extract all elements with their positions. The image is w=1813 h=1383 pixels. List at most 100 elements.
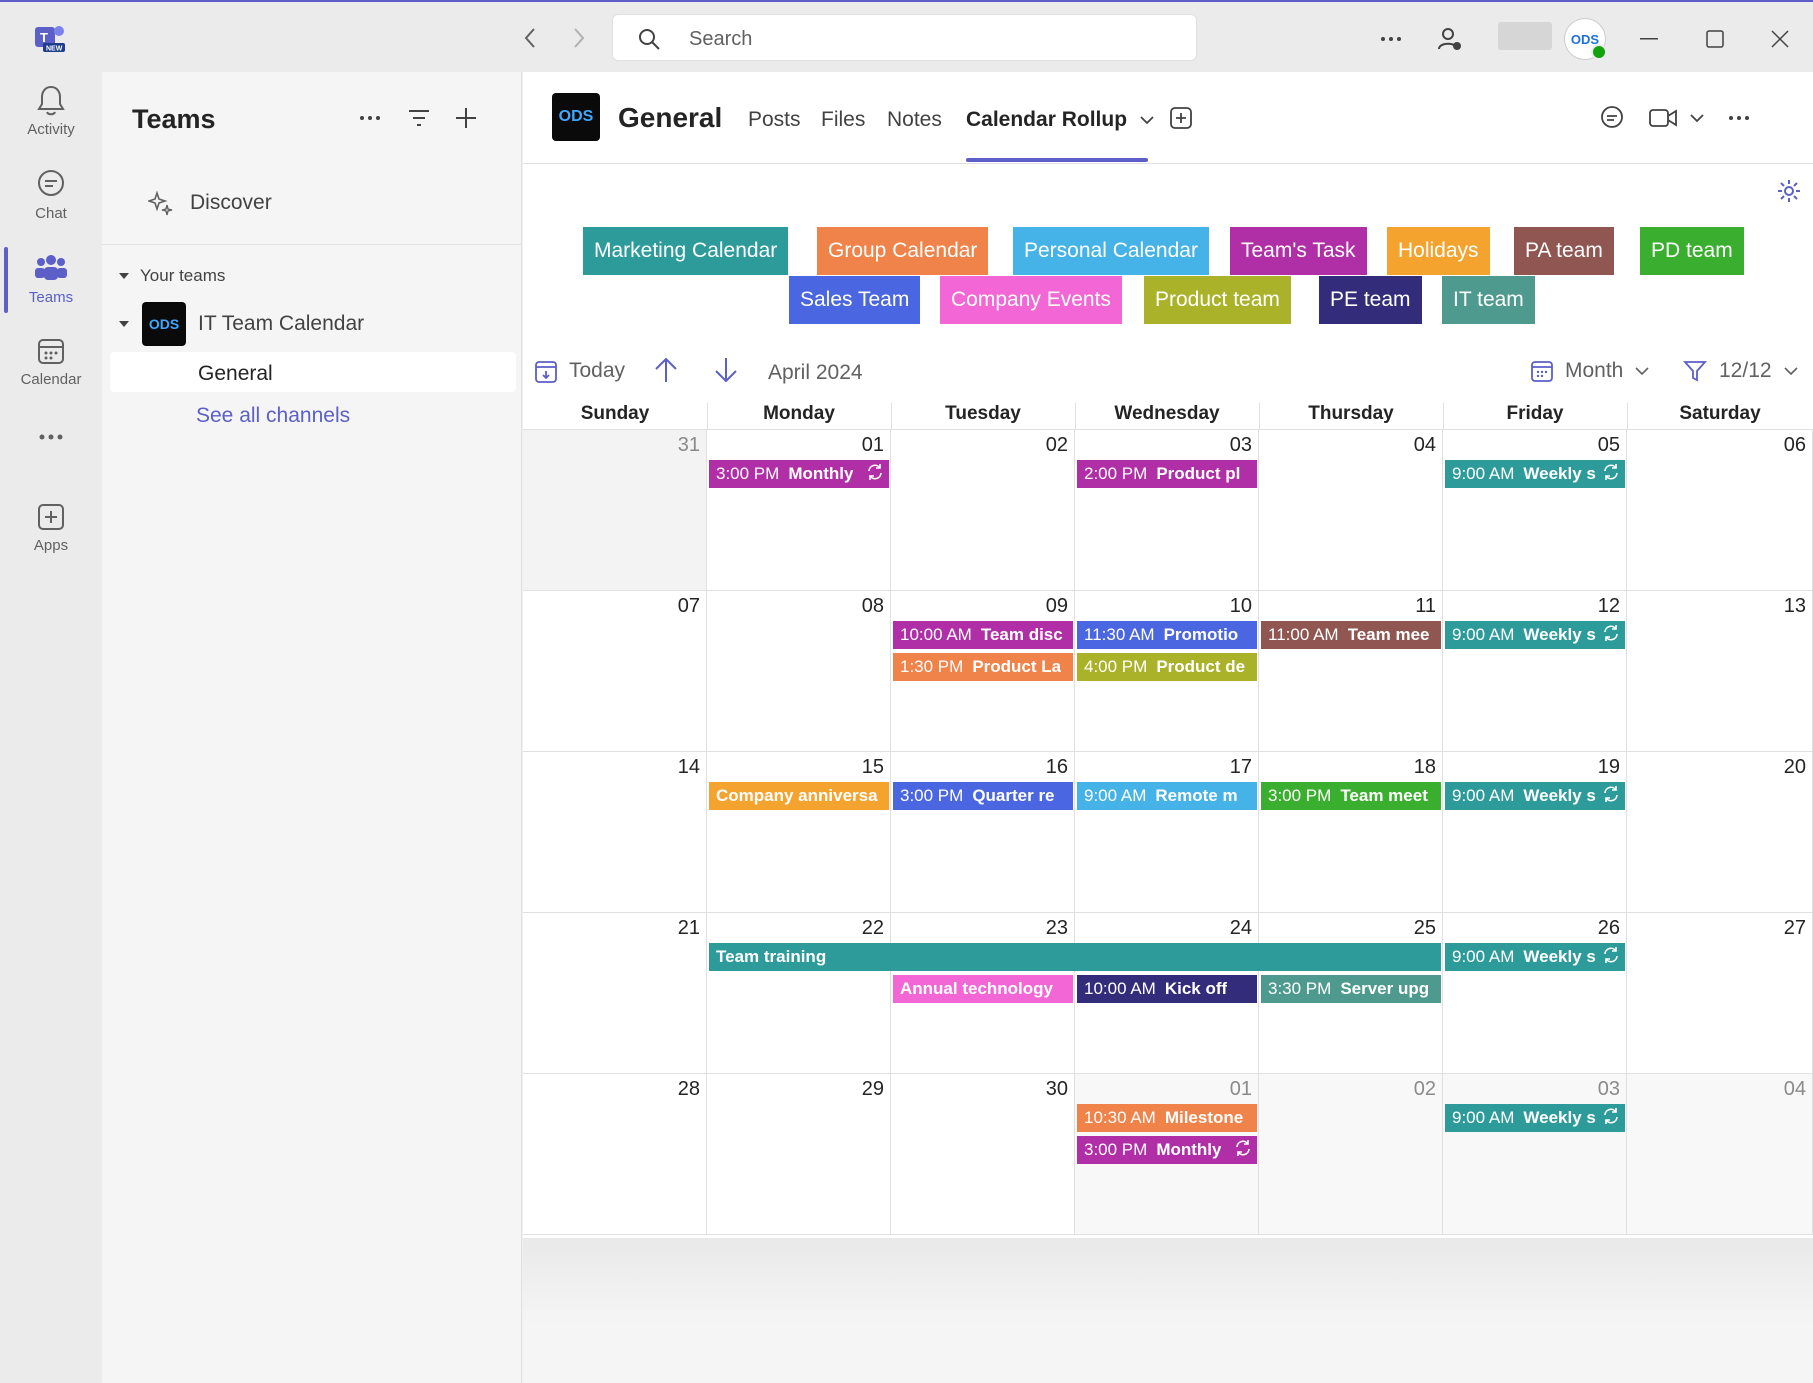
- calendar-event[interactable]: 10:00 AM Team disc: [893, 621, 1073, 649]
- add-icon[interactable]: [448, 100, 484, 136]
- previous-arrow-icon[interactable]: [653, 356, 679, 384]
- legend-marketing-calendar[interactable]: Marketing Calendar: [583, 227, 789, 275]
- calendar-event[interactable]: 3:00 PM Monthly: [1077, 1136, 1257, 1164]
- day-cell[interactable]: 01: [707, 430, 891, 591]
- day-cell[interactable]: 17: [1075, 752, 1259, 913]
- day-cell[interactable]: 18: [1259, 752, 1443, 913]
- calendar-event[interactable]: 3:00 PM Team meet: [1261, 782, 1441, 810]
- minimize-icon[interactable]: [1632, 22, 1666, 56]
- legend-it-team[interactable]: IT team: [1442, 276, 1535, 324]
- calendar-event[interactable]: Team training: [709, 943, 1441, 971]
- tab-posts[interactable]: Posts: [748, 108, 801, 132]
- close-icon[interactable]: [1763, 22, 1797, 56]
- day-cell[interactable]: 31: [523, 430, 707, 591]
- forward-arrow-icon[interactable]: [563, 22, 595, 54]
- legend-holidays[interactable]: Holidays: [1387, 227, 1490, 275]
- calendar-event[interactable]: 3:00 PM Quarter re: [893, 782, 1073, 810]
- calendar-event[interactable]: 3:00 PM Monthly: [709, 460, 889, 488]
- day-cell[interactable]: 04: [1627, 1074, 1813, 1235]
- calendar-event[interactable]: Company anniversa: [709, 782, 889, 810]
- rail-item-apps[interactable]: Apps: [0, 492, 102, 572]
- day-cell[interactable]: 28: [523, 1074, 707, 1235]
- maximize-icon[interactable]: [1698, 22, 1732, 56]
- day-cell[interactable]: 19: [1443, 752, 1627, 913]
- day-cell[interactable]: 11: [1259, 591, 1443, 752]
- more-options-icon[interactable]: [352, 100, 388, 136]
- day-cell[interactable]: 12: [1443, 591, 1627, 752]
- conversation-icon[interactable]: [1596, 102, 1628, 134]
- calendar-event[interactable]: 9:00 AM Weekly s: [1445, 621, 1625, 649]
- legend-group-calendar[interactable]: Group Calendar: [817, 227, 989, 275]
- day-cell[interactable]: 05: [1443, 430, 1627, 591]
- tab-notes[interactable]: Notes: [887, 108, 942, 132]
- video-call-icon[interactable]: [1647, 102, 1679, 134]
- calendar-event[interactable]: 11:30 AM Promotio: [1077, 621, 1257, 649]
- rail-item-chat[interactable]: Chat: [0, 158, 102, 238]
- calendar-event[interactable]: 9:00 AM Weekly s: [1445, 460, 1625, 488]
- today-button[interactable]: Today: [535, 359, 625, 383]
- day-cell[interactable]: 22: [707, 913, 891, 1074]
- tab-calendar-rollup[interactable]: Calendar Rollup: [966, 108, 1127, 132]
- day-cell[interactable]: 14: [523, 752, 707, 913]
- day-cell[interactable]: 02: [891, 430, 1075, 591]
- view-selector[interactable]: Month: [1531, 359, 1649, 383]
- day-cell[interactable]: 03: [1075, 430, 1259, 591]
- day-cell[interactable]: 07: [523, 591, 707, 752]
- legend-sales-team[interactable]: Sales Team: [789, 276, 921, 324]
- your-teams-header[interactable]: Your teams: [118, 266, 225, 286]
- legend-pe-team[interactable]: PE team: [1319, 276, 1422, 324]
- calendar-event[interactable]: 3:30 PM Server upg: [1261, 975, 1441, 1003]
- day-cell[interactable]: 27: [1627, 913, 1813, 1074]
- day-cell[interactable]: 08: [707, 591, 891, 752]
- day-cell[interactable]: 02: [1259, 1074, 1443, 1235]
- calendar-event[interactable]: 2:00 PM Product pl: [1077, 460, 1257, 488]
- legend-pd-team[interactable]: PD team: [1640, 227, 1744, 275]
- legend-product-team[interactable]: Product team: [1144, 276, 1291, 324]
- more-options-icon[interactable]: [1723, 102, 1755, 134]
- calendar-event[interactable]: 11:00 AM Team mee: [1261, 621, 1441, 649]
- channel-item-general[interactable]: General: [110, 352, 516, 392]
- search-input[interactable]: Search: [612, 14, 1197, 61]
- calendar-event[interactable]: Annual technology: [893, 975, 1073, 1003]
- legend-pa-team[interactable]: PA team: [1514, 227, 1614, 275]
- day-cell[interactable]: 21: [523, 913, 707, 1074]
- day-cell[interactable]: 15: [707, 752, 891, 913]
- calendar-event[interactable]: 1:30 PM Product La: [893, 653, 1073, 681]
- day-cell[interactable]: 13: [1627, 591, 1813, 752]
- back-arrow-icon[interactable]: [514, 22, 546, 54]
- next-arrow-icon[interactable]: [713, 356, 739, 384]
- settings-gear-icon[interactable]: [1776, 178, 1802, 209]
- day-cell[interactable]: 26: [1443, 913, 1627, 1074]
- day-cell[interactable]: 03: [1443, 1074, 1627, 1235]
- rail-item-calendar[interactable]: Calendar: [0, 326, 102, 406]
- day-cell[interactable]: 29: [707, 1074, 891, 1235]
- rail-item-teams[interactable]: Teams: [0, 242, 102, 322]
- people-settings-icon[interactable]: [1433, 22, 1467, 56]
- rail-item-more[interactable]: [0, 422, 102, 502]
- calendar-event[interactable]: 10:00 AM Kick off: [1077, 975, 1257, 1003]
- calendar-event[interactable]: 9:00 AM Weekly s: [1445, 782, 1625, 810]
- calendar-event[interactable]: 9:00 AM Remote m: [1077, 782, 1257, 810]
- day-cell[interactable]: 30: [891, 1074, 1075, 1235]
- day-cell[interactable]: 04: [1259, 430, 1443, 591]
- rail-item-activity[interactable]: Activity: [0, 74, 102, 154]
- add-tab-icon[interactable]: [1165, 102, 1197, 134]
- calendar-event[interactable]: 10:30 AM Milestone: [1077, 1104, 1257, 1132]
- discover-link[interactable]: Discover: [148, 190, 272, 216]
- day-cell[interactable]: 16: [891, 752, 1075, 913]
- chevron-down-icon[interactable]: [1131, 104, 1163, 136]
- legend-company-events[interactable]: Company Events: [940, 276, 1122, 324]
- calendar-event[interactable]: 9:00 AM Weekly s: [1445, 1104, 1625, 1132]
- filter-lines-icon[interactable]: [401, 100, 437, 136]
- tab-files[interactable]: Files: [821, 108, 865, 132]
- more-options-icon[interactable]: [1374, 22, 1408, 56]
- see-all-channels-link[interactable]: See all channels: [196, 404, 350, 428]
- legend-teams-task[interactable]: Team's Task: [1230, 227, 1367, 275]
- filter-selector[interactable]: 12/12: [1683, 359, 1798, 383]
- chevron-down-icon[interactable]: [1681, 102, 1713, 134]
- calendar-event[interactable]: 9:00 AM Weekly s: [1445, 943, 1625, 971]
- day-cell[interactable]: 20: [1627, 752, 1813, 913]
- calendar-event[interactable]: 4:00 PM Product de: [1077, 653, 1257, 681]
- day-cell[interactable]: 06: [1627, 430, 1813, 591]
- team-item[interactable]: ODS IT Team Calendar: [118, 302, 364, 346]
